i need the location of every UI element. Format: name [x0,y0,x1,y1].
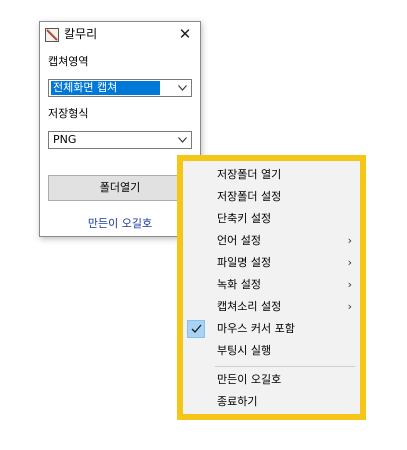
menu-item-language-settings[interactable]: 언어 설정 › [183,230,360,252]
chevron-right-icon: › [347,256,352,269]
menu-item-label: 종료하기 [217,395,258,408]
menu-item-label: 녹화 설정 [217,278,261,291]
menu-item-label: 부팅시 실행 [217,344,272,357]
save-format-value: PNG [53,133,77,146]
open-folder-button[interactable]: 폴더열기 [48,175,192,201]
chevron-down-icon [178,137,187,143]
menu-item-set-save-folder[interactable]: 저장폴더 설정 [183,186,360,208]
menu-item-open-save-folder[interactable]: 저장폴더 열기 [183,164,360,186]
window-title: 칼무리 [64,27,98,41]
title-bar: 칼무리 ✕ [40,22,200,48]
checkmark-icon [187,320,205,338]
menu-item-label: 만든이 오길호 [217,373,282,386]
menu-item-shortcut-settings[interactable]: 단축키 설정 [183,208,360,230]
context-menu: 저장폴더 열기 저장폴더 설정 단축키 설정 언어 설정 › 파일명 설정 › … [183,161,360,414]
close-icon[interactable]: ✕ [178,26,192,42]
menu-item-recording-settings[interactable]: 녹화 설정 › [183,274,360,296]
chevron-down-icon [178,85,187,91]
menu-item-exit[interactable]: 종료하기 [183,391,360,413]
menu-item-capture-sound-settings[interactable]: 캡쳐소리 설정 › [183,296,360,318]
menu-item-maker[interactable]: 만든이 오길호 [183,369,360,391]
menu-item-filename-settings[interactable]: 파일명 설정 › [183,252,360,274]
capture-area-value: 전체화면 캡쳐 [51,81,160,95]
menu-item-label: 단축키 설정 [217,212,272,225]
menu-separator [215,366,355,367]
capture-area-select[interactable]: 전체화면 캡쳐 [48,79,192,97]
chevron-right-icon: › [347,300,352,313]
maker-link[interactable]: 만든이 오길호 [40,217,200,231]
menu-item-label: 캡쳐소리 설정 [217,300,282,313]
menu-item-label: 저장폴더 설정 [217,190,282,203]
chevron-right-icon: › [347,278,352,291]
capture-area-label: 캡쳐영역 [48,55,89,68]
save-format-label: 저장형식 [48,107,89,120]
app-knife-icon [45,28,59,42]
menu-item-label: 마우스 커서 포함 [217,322,295,335]
menu-item-run-at-boot[interactable]: 부팅시 실행 [183,340,360,362]
menu-item-label: 언어 설정 [217,234,261,247]
menu-item-include-mouse-cursor[interactable]: 마우스 커서 포함 [183,318,360,340]
save-format-select[interactable]: PNG [48,131,192,149]
menu-item-label: 저장폴더 열기 [217,168,282,181]
chevron-right-icon: › [347,234,352,247]
menu-item-label: 파일명 설정 [217,256,272,269]
